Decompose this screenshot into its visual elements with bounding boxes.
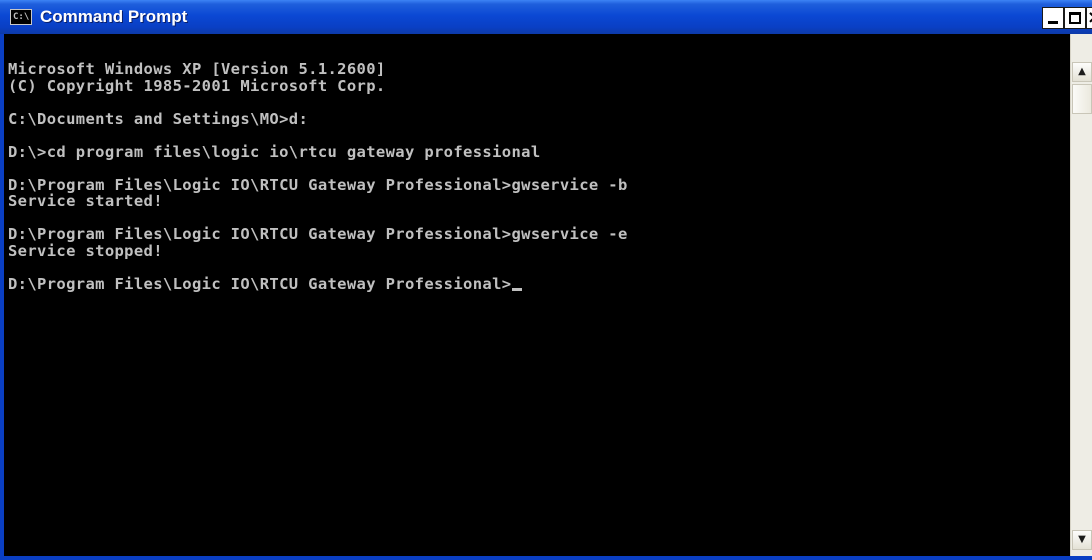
arrow-down-icon: ▼ [1078,534,1086,545]
close-button[interactable]: × [1086,7,1092,29]
minimize-icon [1048,21,1058,24]
console-line: Service stopped! [8,241,163,260]
console-line: Microsoft Windows XP [Version 5.1.2600] [8,60,386,78]
scrollbar-thumb[interactable] [1072,84,1092,114]
console-line: (C) Copyright 1985-2001 Microsoft Corp. [8,76,386,95]
scroll-down-button[interactable]: ▼ [1072,530,1092,550]
console-prompt-line[interactable]: D:\Program Files\Logic IO\RTCU Gateway P… [8,274,1070,293]
window-title: Command Prompt [40,7,188,26]
console-line: Service started! [8,192,163,210]
close-icon: × [1087,8,1092,28]
console-line: D:\Program Files\Logic IO\RTCU Gateway P… [8,225,628,243]
text-cursor [512,287,523,291]
command-prompt-window: C:\ Command Prompt × Microsoft Windows X… [0,0,1092,560]
console-prompt-text: D:\Program Files\Logic IO\RTCU Gateway P… [8,274,512,293]
maximize-icon [1069,12,1081,24]
window-frame-bottom [0,556,1092,560]
console-line: D:\Program Files\Logic IO\RTCU Gateway P… [8,175,628,194]
console-line: C:\Documents and Settings\MO>d: [8,109,309,128]
console-output[interactable]: Microsoft Windows XP [Version 5.1.2600] … [4,34,1070,556]
minimize-button[interactable] [1042,7,1064,29]
maximize-button[interactable] [1064,7,1086,29]
scroll-up-button[interactable]: ▲ [1072,62,1092,82]
arrow-up-icon: ▲ [1078,66,1086,77]
console-icon[interactable]: C:\ [10,9,32,25]
console-line: D:\>cd program files\logic io\rtcu gatew… [8,142,541,161]
title-bar[interactable]: C:\ Command Prompt × [0,0,1092,34]
vertical-scrollbar[interactable]: ▲ ▼ [1070,34,1092,556]
